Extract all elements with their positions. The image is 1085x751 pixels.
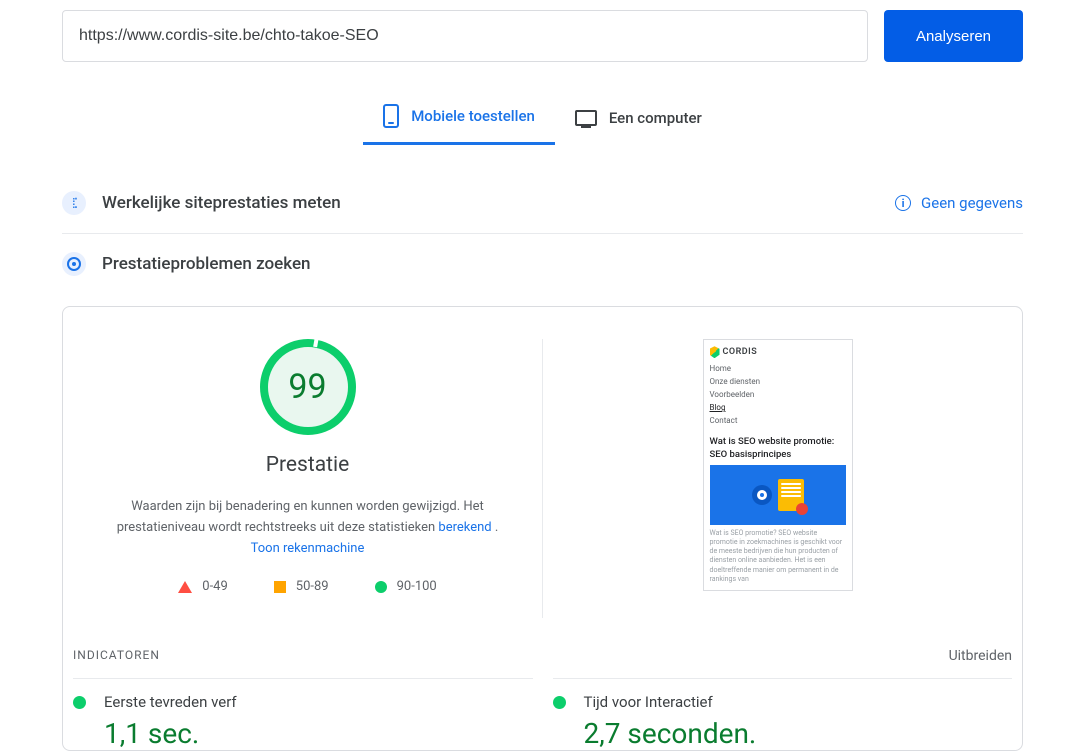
- indicator-value: 2,7 seconden.: [584, 717, 1013, 750]
- calculated-link[interactable]: berekend: [438, 520, 491, 535]
- performance-gauge: 99: [260, 339, 356, 435]
- dots-icon: ⁞⁚: [72, 195, 76, 212]
- info-icon: i: [895, 195, 911, 211]
- square-icon: [274, 581, 286, 593]
- device-tabs: Mobiele toestellen Een computer: [62, 90, 1023, 145]
- shield-icon: [710, 346, 720, 358]
- pass-dot-icon: [73, 696, 86, 709]
- tab-desktop[interactable]: Een computer: [555, 90, 722, 145]
- circle-icon: [375, 581, 387, 593]
- legend-mid-label: 50-89: [296, 579, 329, 594]
- red-dot-icon: [796, 503, 808, 515]
- mobile-icon: [383, 104, 399, 128]
- analyze-button[interactable]: Analyseren: [884, 10, 1023, 62]
- legend-fail: 0-49: [178, 579, 228, 594]
- field-data-icon: ⁞⁚: [62, 191, 86, 215]
- score-value: 99: [288, 367, 326, 407]
- preview-nav: Home Onze diensten Voorbeelden Blog Cont…: [710, 363, 846, 427]
- indicators-header: INDICATOREN Uitbreiden: [73, 618, 1012, 678]
- triangle-icon: [178, 581, 192, 593]
- tab-mobile-label: Mobiele toestellen: [411, 107, 535, 125]
- tab-mobile[interactable]: Mobiele toestellen: [363, 90, 555, 145]
- no-data-label: Geen gegevens: [921, 194, 1023, 212]
- report-card: 99 Prestatie Waarden zijn bij benadering…: [62, 306, 1023, 751]
- preview-nav-blog: Blog: [710, 402, 846, 413]
- indicator-name: Eerste tevreden verf: [104, 693, 237, 711]
- preview-nav-home: Home: [710, 363, 846, 374]
- legend-average: 50-89: [274, 579, 329, 594]
- preview-logo: CORDIS: [710, 346, 846, 359]
- show-calculator-link[interactable]: Toon rekenmachine: [251, 541, 365, 556]
- indicator-value: 1,1 sec.: [104, 717, 533, 750]
- expand-button[interactable]: Uitbreiden: [949, 648, 1012, 664]
- pass-dot-icon: [553, 696, 566, 709]
- score-label: Prestatie: [73, 453, 542, 477]
- field-data-section: ⁞⁚ Werkelijke siteprestaties meten i Gee…: [62, 173, 1023, 234]
- lab-title: Prestatieproblemen zoeken: [102, 254, 1023, 274]
- preview-nav-services: Onze diensten: [710, 376, 846, 387]
- preview-column: CORDIS Home Onze diensten Voorbeelden Bl…: [543, 339, 1012, 618]
- legend-high-label: 90-100: [397, 579, 437, 594]
- preview-hero: [710, 465, 846, 525]
- preview-nav-examples: Voorbeelden: [710, 389, 846, 400]
- score-legend: 0-49 50-89 90-100: [73, 579, 542, 594]
- preview-nav-contact: Contact: [710, 415, 846, 426]
- score-description: Waarden zijn bij benadering en kunnen wo…: [108, 497, 508, 559]
- field-data-title: Werkelijke siteprestaties meten: [102, 193, 895, 213]
- page-preview: CORDIS Home Onze diensten Voorbeelden Bl…: [703, 339, 853, 591]
- target-icon: [67, 257, 81, 271]
- url-input[interactable]: [62, 10, 868, 62]
- eye-icon: [752, 485, 772, 505]
- indicators-title: INDICATOREN: [73, 648, 160, 664]
- score-sep: .: [492, 520, 499, 535]
- preview-body: Wat is SEO promotie? SEO website promoti…: [710, 529, 846, 584]
- score-desc-text: Waarden zijn bij benadering en kunnen wo…: [117, 499, 484, 535]
- lab-icon: [62, 252, 86, 276]
- tab-desktop-label: Een computer: [609, 109, 702, 127]
- preview-heading: Wat is SEO website promotie: SEO basispr…: [710, 435, 846, 462]
- desktop-icon: [575, 110, 597, 126]
- lab-section: Prestatieproblemen zoeken: [62, 234, 1023, 294]
- legend-pass: 90-100: [375, 579, 437, 594]
- legend-low-label: 0-49: [202, 579, 228, 594]
- score-column: 99 Prestatie Waarden zijn bij benadering…: [73, 339, 543, 618]
- indicator-name: Tijd voor Interactief: [584, 693, 713, 711]
- no-data-link[interactable]: i Geen gegevens: [895, 194, 1023, 212]
- preview-brand: CORDIS: [723, 346, 758, 359]
